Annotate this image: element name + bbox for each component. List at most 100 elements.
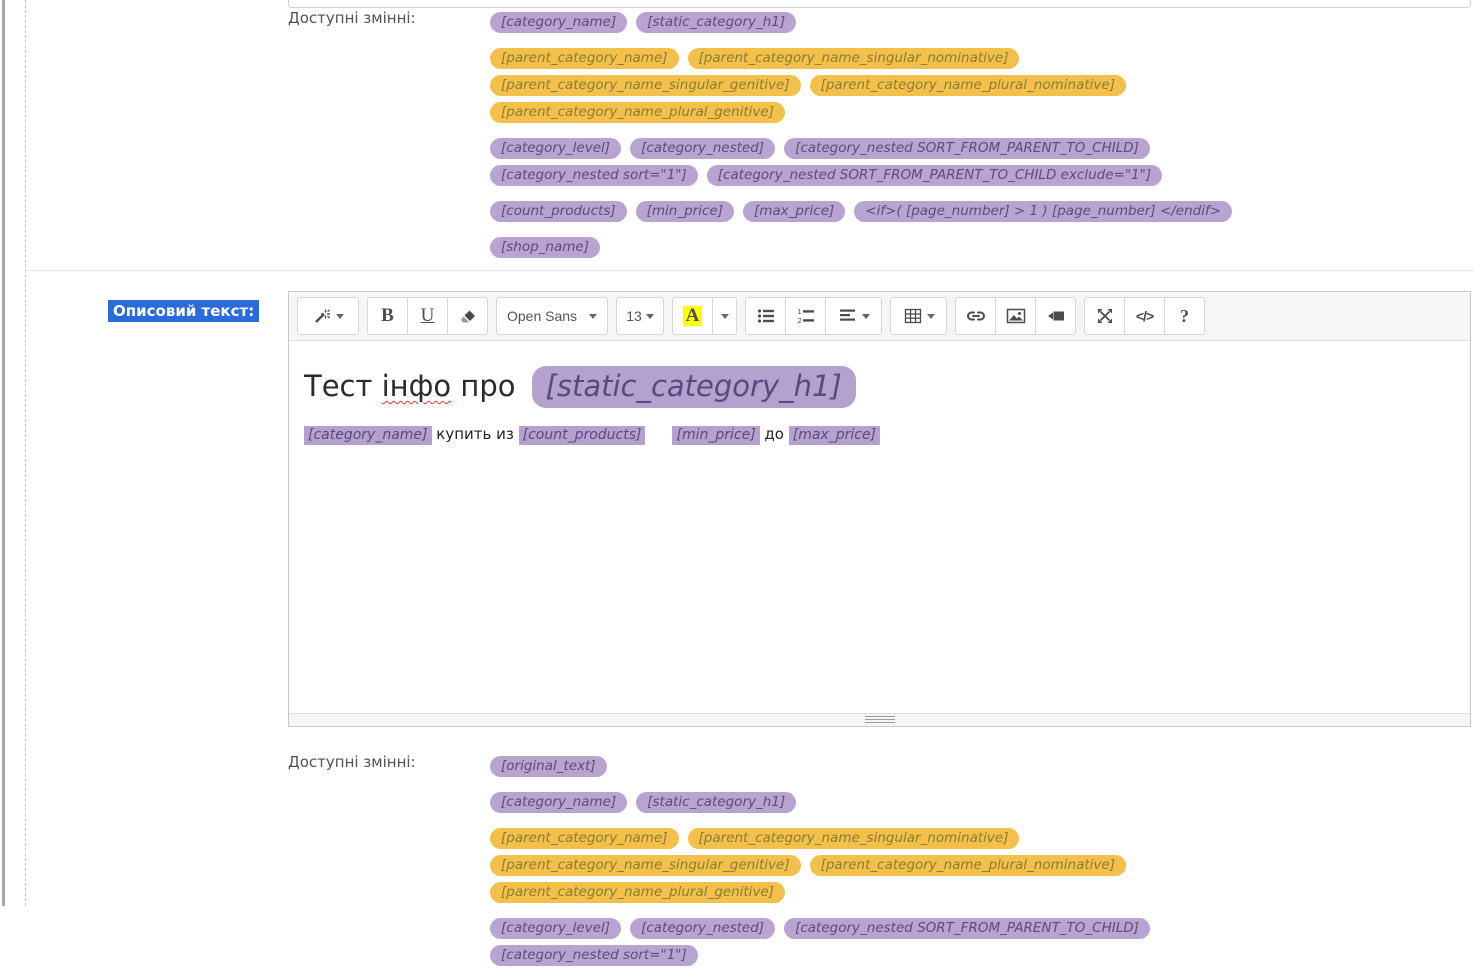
variable-badge[interactable]: [category_name] <box>304 426 432 445</box>
variable-badge-group: [category_level] [category_nested] [catego… <box>490 135 1346 189</box>
tree-guide-dashed-line <box>25 0 26 906</box>
variable-badge[interactable]: [parent_category_name_plural_nominative] <box>809 855 1126 876</box>
magic-tools-dropdown-button[interactable] <box>297 297 359 335</box>
variable-badge[interactable]: [max_price] <box>742 201 846 222</box>
align-left-icon <box>838 306 858 326</box>
variable-badge[interactable]: [category_level] <box>490 918 622 939</box>
table-dropdown-button[interactable] <box>890 297 947 335</box>
svg-text:2: 2 <box>797 316 801 325</box>
text-color-letter: A <box>682 306 703 326</box>
variable-badge[interactable]: [original_text] <box>490 756 607 777</box>
variable-badge-group: [category_level] [category_nested] [catego… <box>490 915 1346 969</box>
editor-paragraph: [category_name] купить из [count_product… <box>304 425 1455 445</box>
insert-video-button[interactable] <box>1035 297 1076 335</box>
resize-handle[interactable] <box>864 716 895 723</box>
chevron-down-icon <box>861 313 870 319</box>
variable-badge[interactable]: [count_products] <box>518 426 646 445</box>
variable-badge[interactable]: [category_nested SORT_FROM_PARENT_TO_CHI… <box>784 138 1150 159</box>
variable-badge-group: [category_name] [static_category_h1] <box>490 789 1346 816</box>
video-icon <box>1045 306 1067 326</box>
variable-badge[interactable]: [static_category_h1] <box>636 792 797 813</box>
variable-badge-group: [count_products] [min_price] [max_price] <i… <box>490 198 1346 225</box>
table-icon <box>903 306 923 326</box>
variable-badge[interactable]: [category_name] <box>490 792 628 813</box>
variable-badge-group: [parent_category_name] [parent_category_n… <box>490 825 1346 906</box>
variable-badge[interactable]: [parent_category_name_plural_nominative] <box>809 75 1126 96</box>
heading-misspelled-word: інфо <box>381 369 452 403</box>
editor-toolbar: B U Open Sans 13 A 1 2 </> ? <box>289 292 1470 341</box>
variable-badge[interactable]: [max_price] <box>788 426 881 445</box>
bold-button[interactable]: B <box>367 297 408 335</box>
font-size-value: 13 <box>626 308 642 324</box>
available-variables-list: [original_text] [category_name] [static_ca… <box>490 753 1346 978</box>
variable-badge-group: [parent_category_name] [parent_category_n… <box>490 45 1346 126</box>
fullscreen-icon <box>1095 306 1115 326</box>
help-button[interactable]: ? <box>1164 297 1205 335</box>
chevron-down-icon <box>926 313 935 319</box>
variable-badge-group: [shop_name] <box>490 234 1346 261</box>
variable-badge[interactable]: [parent_category_name_singular_nominativ… <box>687 828 1020 849</box>
heading-text: про <box>451 369 516 403</box>
source-code-button[interactable]: </> <box>1124 297 1165 335</box>
variable-badge[interactable]: [parent_category_name_plural_genitive] <box>490 882 785 903</box>
available-variables-label: Доступні змінні: <box>288 753 416 771</box>
font-size-select[interactable]: 13 <box>616 297 664 335</box>
field-label-descriptive-text: Описовий текст: <box>108 300 260 322</box>
variable-badge[interactable]: [category_level] <box>490 138 622 159</box>
text-color-button[interactable]: A <box>672 297 713 335</box>
variable-badge[interactable]: [category_nested SORT_FROM_PARENT_TO_CHI… <box>784 918 1150 939</box>
editor-heading: Тест інфо про [static_category_h1] <box>304 366 1455 408</box>
available-variables-label: Доступні змінні: <box>288 9 416 27</box>
variable-badge[interactable]: [static_category_h1] <box>636 12 797 33</box>
variable-badge-group: [original_text] <box>490 753 1346 780</box>
variable-badge-group: [category_name] [static_category_h1] <box>490 9 1346 36</box>
magic-wand-icon <box>312 306 332 326</box>
text-color-dropdown-button[interactable] <box>712 297 737 335</box>
paragraph-text: купить из <box>431 425 519 443</box>
underline-button[interactable]: U <box>407 297 448 335</box>
variable-badge[interactable]: [category_nested sort="1"] <box>490 945 698 966</box>
variable-badge[interactable]: [count_products] <box>490 201 627 222</box>
variable-badge[interactable]: [category_nested SORT_FROM_PARENT_TO_CHI… <box>706 165 1163 186</box>
numbered-list-button[interactable]: 1 2 <box>785 297 826 335</box>
variable-badge[interactable]: [min_price] <box>672 426 760 445</box>
paragraph-text: до <box>759 425 789 443</box>
link-icon <box>965 306 987 326</box>
chevron-down-icon <box>720 313 729 319</box>
clear-formatting-button[interactable] <box>447 297 488 335</box>
variable-badge[interactable]: [parent_category_name_singular_nominativ… <box>687 48 1020 69</box>
variable-badge[interactable]: [parent_category_name] <box>490 828 679 849</box>
variable-badge[interactable]: [shop_name] <box>490 237 600 258</box>
fullscreen-button[interactable] <box>1084 297 1125 335</box>
variable-badge[interactable]: <if>( [page_number] > 1 ) [page_number] … <box>854 201 1233 222</box>
variable-badge[interactable]: [category_name] <box>490 12 628 33</box>
variable-badge[interactable]: [parent_category_name_plural_genitive] <box>490 102 785 123</box>
variable-badge[interactable]: [category_nested] <box>630 138 776 159</box>
align-dropdown-button[interactable] <box>825 297 882 335</box>
section-divider <box>28 270 1474 271</box>
insert-link-button[interactable] <box>955 297 996 335</box>
wysiwyg-editor: B U Open Sans 13 A 1 2 </> ? Тест інфо п… <box>288 291 1471 727</box>
eraser-icon <box>458 306 478 326</box>
image-icon <box>1005 306 1027 326</box>
numbered-list-icon: 1 2 <box>796 306 816 326</box>
variable-badge[interactable]: [category_nested] <box>630 918 776 939</box>
font-family-select[interactable]: Open Sans <box>496 297 608 335</box>
bullet-list-icon <box>756 306 776 326</box>
variable-badge[interactable]: [category_nested sort="1"] <box>490 165 698 186</box>
variable-badge[interactable]: [parent_category_name] <box>490 48 679 69</box>
chevron-down-icon <box>645 313 654 319</box>
variable-badge[interactable]: [parent_category_name_singular_genitive] <box>490 75 801 96</box>
truncated-input-field[interactable] <box>288 0 1471 8</box>
variable-badge[interactable]: [min_price] <box>635 201 734 222</box>
bullet-list-button[interactable] <box>745 297 786 335</box>
variable-badge[interactable]: [static_category_h1] <box>531 366 856 408</box>
insert-image-button[interactable] <box>995 297 1036 335</box>
editor-statusbar <box>289 713 1470 726</box>
chevron-down-icon <box>589 313 597 319</box>
chevron-down-icon <box>336 313 344 319</box>
editor-content-area[interactable]: Тест інфо про [static_category_h1] [categ… <box>289 341 1470 709</box>
variable-badge[interactable]: [parent_category_name_singular_genitive] <box>490 855 801 876</box>
panel-border-line <box>2 0 5 906</box>
available-variables-list: [category_name] [static_category_h1] [pare… <box>490 9 1346 270</box>
